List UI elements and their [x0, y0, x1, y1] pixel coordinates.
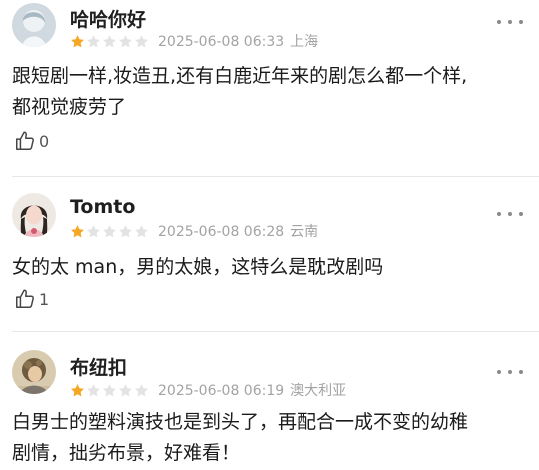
comment-text: 女的太 man，男的太娘，这特么是耽改剧吗: [12, 252, 527, 283]
like-button[interactable]: 1: [14, 286, 49, 312]
thumbs-up-icon: [16, 289, 34, 308]
comment-meta: 2025-06-08 06:33 上海: [70, 31, 318, 51]
like-button[interactable]: 0: [14, 128, 49, 154]
comment-date: 2025-06-08 06:33: [158, 34, 285, 50]
comment-text-line: 白男士的塑料演技也是到头了，再配合一成不变的幼稚: [12, 411, 469, 433]
comment-item: Tomto 2025-06-08 06:28 云南 女的太 man，男的太娘，这特…: [0, 177, 539, 332]
comment-location: 上海: [290, 34, 319, 50]
comment-meta: 2025-06-08 06:28 云南: [70, 221, 318, 241]
comment-date: 2025-06-08 06:19: [158, 383, 285, 399]
star-empty-icon: [103, 34, 116, 47]
star-empty-icon: [87, 34, 100, 47]
star-empty-icon: [119, 224, 132, 237]
comment-item: 哈哈你好 2025-06-08 06:33 上海 跟短剧一样,妆造丑,还有白鹿近年…: [0, 0, 539, 180]
like-count: 1: [39, 289, 50, 309]
star-empty-icon: [87, 224, 100, 237]
more-options-icon[interactable]: [497, 16, 523, 28]
like-count: 0: [39, 131, 50, 151]
comment-location: 澳大利亚: [290, 383, 347, 399]
comment-item: 布纽扣 2025-06-08 06:19 澳大利亚 白男士的塑料演技也是到头了，再…: [0, 332, 539, 470]
comment-feed: 哈哈你好 2025-06-08 06:33 上海 跟短剧一样,妆造丑,还有白鹿近年…: [0, 0, 539, 470]
star-filled-icon: [71, 224, 84, 237]
comment-text-line: 剧情，拙劣布景，好难看！: [12, 442, 241, 464]
avatar-image: [12, 350, 56, 394]
rating-stars: [70, 34, 150, 49]
star-empty-icon: [135, 224, 148, 237]
avatar[interactable]: [12, 3, 56, 47]
avatar-image: [12, 3, 56, 47]
rating-stars: [70, 383, 150, 398]
star-filled-icon: [71, 34, 84, 47]
comment-text: 跟短剧一样,妆造丑,还有白鹿近年来的剧怎么都一个样, 都视觉疲劳了: [12, 61, 527, 123]
rating-stars: [70, 224, 150, 239]
comment-date: 2025-06-08 06:28: [158, 224, 285, 240]
comment-text-line: 女的太 man，男的太娘，这特么是耽改剧吗: [12, 256, 384, 278]
avatar-image: [12, 193, 56, 237]
star-filled-icon: [71, 383, 84, 396]
avatar[interactable]: [12, 350, 56, 394]
thumbs-up-icon: [16, 131, 34, 150]
star-empty-icon: [103, 383, 116, 396]
more-options-icon[interactable]: [497, 208, 523, 220]
more-options-icon[interactable]: [497, 366, 523, 378]
username[interactable]: 布纽扣: [70, 353, 127, 380]
star-empty-icon: [87, 383, 100, 396]
comment-text: 白男士的塑料演技也是到头了，再配合一成不变的幼稚 剧情，拙劣布景，好难看！: [12, 407, 527, 469]
username[interactable]: Tomto: [70, 196, 135, 218]
star-empty-icon: [119, 383, 132, 396]
star-empty-icon: [103, 224, 116, 237]
star-empty-icon: [119, 34, 132, 47]
comment-text-line: 都视觉疲劳了: [12, 96, 127, 118]
comment-location: 云南: [290, 224, 319, 240]
avatar[interactable]: [12, 193, 56, 237]
star-empty-icon: [135, 383, 148, 396]
comment-meta: 2025-06-08 06:19 澳大利亚: [70, 380, 346, 400]
username[interactable]: 哈哈你好: [70, 5, 146, 32]
star-empty-icon: [135, 34, 148, 47]
comment-text-line: 跟短剧一样,妆造丑,还有白鹿近年来的剧怎么都一个样,: [12, 65, 468, 87]
